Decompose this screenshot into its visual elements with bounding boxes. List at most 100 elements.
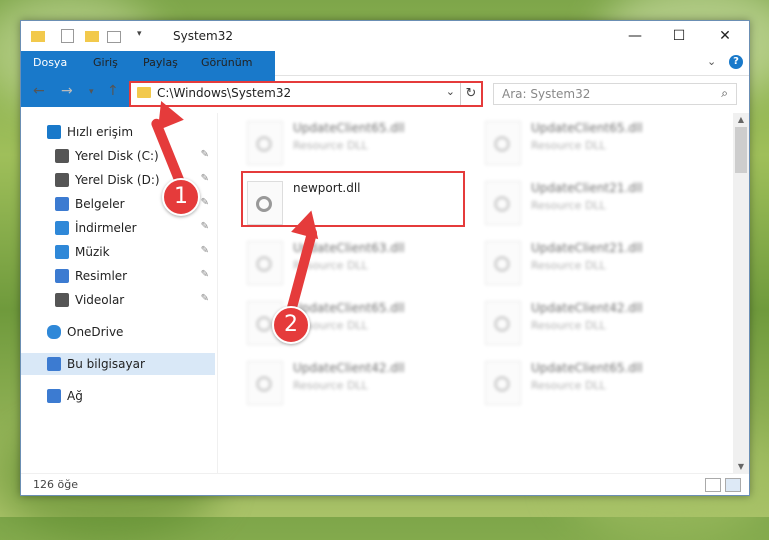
new-folder-icon[interactable] <box>85 31 99 42</box>
address-path[interactable]: C:\Windows\System32 <box>157 86 291 100</box>
navigation-pane: Hızlı erişim Yerel Disk (C:) ✎ Yerel Disk (… <box>21 113 218 473</box>
sidebar-item[interactable]: OneDrive <box>21 321 215 343</box>
sidebar-item-label: Bu bilgisayar <box>67 357 145 371</box>
vertical-scrollbar[interactable]: ▲ ▼ <box>733 113 749 473</box>
file-name: UpdateClient65.dll <box>531 361 643 375</box>
file-type: Resource DLL <box>531 379 606 392</box>
search-input[interactable]: Ara: System32 ⌕ <box>493 83 737 105</box>
sidebar-item-label: Videolar <box>75 293 125 307</box>
tab-paylas[interactable]: Paylaş <box>143 51 178 75</box>
file-name: UpdateClient42.dll <box>293 361 405 375</box>
item-count: 126 öğe <box>33 478 78 491</box>
file-item[interactable]: UpdateClient65.dll Resource DLL <box>481 117 711 173</box>
file-type: Resource DLL <box>531 199 606 212</box>
file-item[interactable]: UpdateClient21.dll Resource DLL <box>481 237 711 293</box>
address-bar[interactable]: C:\Windows\System32 ⌄ ↻ <box>129 81 483 107</box>
dll-file-icon <box>485 361 521 405</box>
scroll-up-icon[interactable]: ▲ <box>733 115 749 124</box>
cloud-icon <box>47 325 61 339</box>
folder-icon <box>31 31 45 42</box>
file-item[interactable]: UpdateClient65.dll Resource DLL <box>481 357 711 413</box>
window-title: System32 <box>173 29 234 43</box>
minimize-button[interactable]: — <box>621 25 649 47</box>
file-name: UpdateClient65.dll <box>531 121 643 135</box>
sidebar-item-label: Yerel Disk (D:) <box>75 173 160 187</box>
file-type: Resource DLL <box>293 139 368 152</box>
highlight-box <box>241 171 465 227</box>
dll-file-icon <box>485 121 521 165</box>
pin-icon: ✎ <box>200 149 209 160</box>
ribbon-expand-icon[interactable]: ⌄ <box>707 55 716 68</box>
scroll-down-icon[interactable]: ▼ <box>733 462 749 471</box>
dll-file-icon <box>485 301 521 345</box>
dll-file-icon <box>485 181 521 225</box>
chevron-down-icon[interactable]: ▾ <box>137 29 151 43</box>
video-icon <box>55 293 69 307</box>
back-button[interactable]: ← <box>33 83 45 99</box>
scrollbar-thumb[interactable] <box>735 127 747 173</box>
details-view-icon[interactable] <box>705 478 721 492</box>
chevron-down-icon[interactable]: ⌄ <box>446 85 455 98</box>
pin-icon: ✎ <box>200 197 209 208</box>
sidebar-item[interactable]: İndirmeler ✎ <box>21 217 215 239</box>
file-name: UpdateClient42.dll <box>531 301 643 315</box>
sidebar-item-label: İndirmeler <box>75 221 137 235</box>
file-name: UpdateClient21.dll <box>531 181 643 195</box>
sidebar-item[interactable]: Hızlı erişim <box>21 121 215 143</box>
file-name: UpdateClient21.dll <box>531 241 643 255</box>
customize-quick-access-icon[interactable] <box>107 31 121 43</box>
sidebar-item-label: Ağ <box>67 389 83 403</box>
pin-icon: ✎ <box>200 221 209 232</box>
refresh-button[interactable]: ↻ <box>460 83 481 105</box>
drive-icon <box>55 149 69 163</box>
file-item[interactable]: UpdateClient42.dll Resource DLL <box>243 357 473 413</box>
tab-giris[interactable]: Giriş <box>93 51 118 75</box>
forward-button[interactable]: → <box>61 83 73 99</box>
step-badge-2: 2 <box>272 306 310 344</box>
status-bar: 126 öğe <box>21 473 749 495</box>
sidebar-item[interactable]: Resimler ✎ <box>21 265 215 287</box>
sidebar-item[interactable]: Ağ <box>21 385 215 407</box>
dll-file-icon <box>247 121 283 165</box>
pin-icon: ✎ <box>200 245 209 256</box>
file-type: Resource DLL <box>531 259 606 272</box>
search-icon[interactable]: ⌕ <box>721 86 728 101</box>
sidebar-item[interactable]: Videolar ✎ <box>21 289 215 311</box>
file-item[interactable]: UpdateClient21.dll Resource DLL <box>481 177 711 233</box>
network-icon <box>47 389 61 403</box>
title-bar: ▾ System32 — ☐ ✕ <box>21 21 749 51</box>
sidebar-item-label: Hızlı erişim <box>67 125 134 139</box>
drive-icon <box>55 173 69 187</box>
computer-icon <box>47 357 61 371</box>
recent-locations-chevron-icon[interactable]: ▾ <box>89 87 94 97</box>
sidebar-item-label: Belgeler <box>75 197 125 211</box>
download-icon <box>55 221 69 235</box>
sidebar-item-label: Resimler <box>75 269 128 283</box>
sidebar-item[interactable]: Yerel Disk (C:) ✎ <box>21 145 215 167</box>
file-item[interactable]: UpdateClient42.dll Resource DLL <box>481 297 711 353</box>
file-item[interactable]: UpdateClient63.dll Resource DLL <box>243 237 473 293</box>
dll-file-icon <box>247 361 283 405</box>
sidebar-item-label: Yerel Disk (C:) <box>75 149 159 163</box>
help-icon[interactable]: ? <box>729 55 743 69</box>
sidebar-item[interactable]: Müzik ✎ <box>21 241 215 263</box>
music-icon <box>55 245 69 259</box>
sidebar-item-label: OneDrive <box>67 325 124 339</box>
step-badge-1: 1 <box>162 178 200 216</box>
file-name: UpdateClient65.dll <box>293 301 405 315</box>
up-button[interactable]: ↑ <box>107 83 119 99</box>
close-button[interactable]: ✕ <box>711 25 739 47</box>
pictures-icon <box>55 269 69 283</box>
explorer-window: ▾ System32 — ☐ ✕ Dosya Giriş Paylaş Görü… <box>20 20 750 496</box>
sidebar-item[interactable]: Bu bilgisayar <box>21 353 215 375</box>
maximize-button[interactable]: ☐ <box>665 25 693 47</box>
search-placeholder: Ara: System32 <box>502 87 591 101</box>
tab-gorunum[interactable]: Görünüm <box>201 51 252 75</box>
sidebar-item-label: Müzik <box>75 245 110 259</box>
star-icon <box>47 125 61 139</box>
properties-icon[interactable] <box>61 29 74 43</box>
file-item[interactable]: UpdateClient65.dll Resource DLL <box>243 117 473 173</box>
file-type: Resource DLL <box>531 319 606 332</box>
large-icons-view-icon[interactable] <box>725 478 741 492</box>
file-type: Resource DLL <box>293 379 368 392</box>
